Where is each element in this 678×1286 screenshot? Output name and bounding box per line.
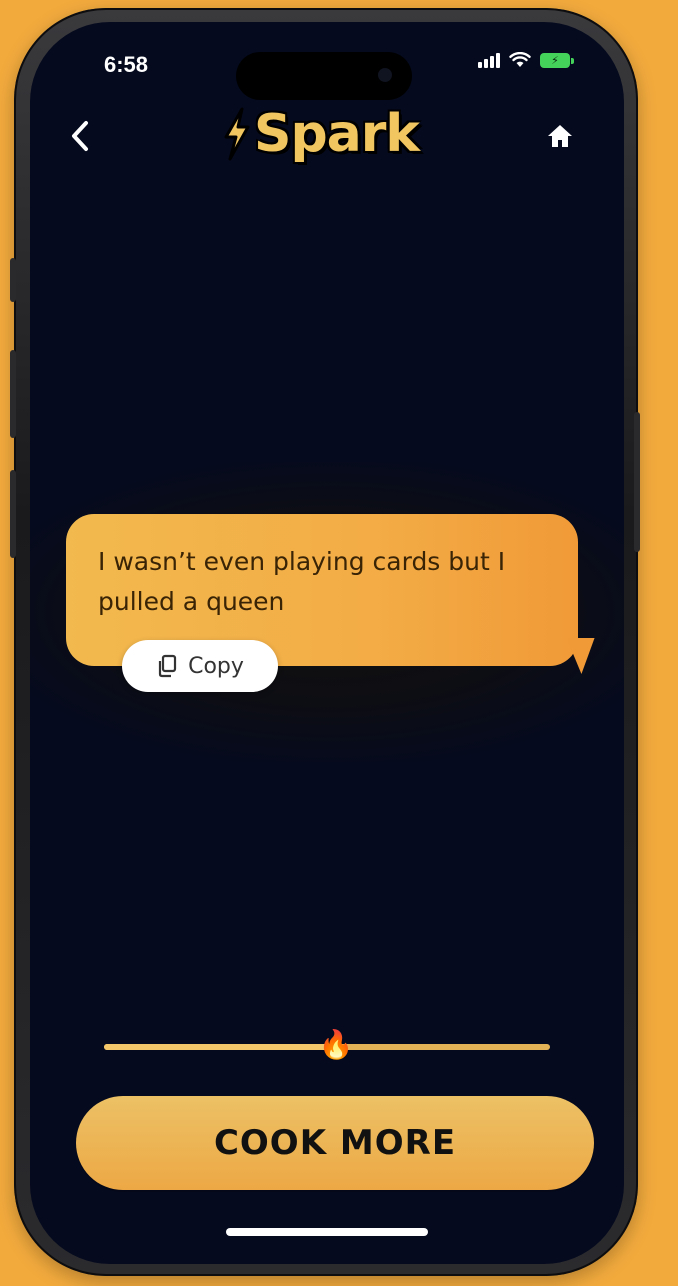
phone-screen: 6:58 ⚡ Spark I wasn’t even playing cards…	[30, 22, 624, 1264]
status-time: 6:58	[104, 52, 149, 77]
slider-fill	[104, 1044, 336, 1050]
wifi-icon	[509, 52, 531, 67]
cook-more-button[interactable]: COOK MORE	[76, 1096, 594, 1190]
lightning-bolt-icon	[224, 107, 250, 161]
logo-text: Spark	[254, 104, 420, 164]
dynamic-island	[236, 52, 412, 100]
chevron-left-icon	[72, 121, 88, 151]
front-camera	[378, 68, 392, 82]
home-button[interactable]	[542, 118, 578, 154]
fire-emoji-icon[interactable]: 🔥	[318, 1024, 354, 1064]
action-button	[10, 258, 16, 302]
back-button[interactable]	[60, 114, 100, 158]
spark-logo: Spark	[220, 102, 420, 166]
copy-label: Copy	[188, 653, 244, 679]
battery-charging-icon: ⚡	[540, 52, 574, 68]
volume-up-button	[10, 350, 16, 438]
message-text: I wasn’t even playing cards but I pulled…	[98, 547, 506, 616]
copy-icon	[158, 654, 177, 678]
copy-button[interactable]: Copy	[122, 640, 278, 692]
home-indicator	[226, 1228, 428, 1236]
cook-more-label: COOK MORE	[213, 1123, 457, 1163]
volume-down-button	[10, 470, 16, 558]
home-icon	[548, 125, 572, 147]
spice-level-slider[interactable]: 🔥	[104, 1028, 550, 1061]
status-icons: ⚡	[478, 52, 574, 68]
cellular-signal-icon	[478, 52, 500, 68]
power-button	[634, 412, 640, 552]
